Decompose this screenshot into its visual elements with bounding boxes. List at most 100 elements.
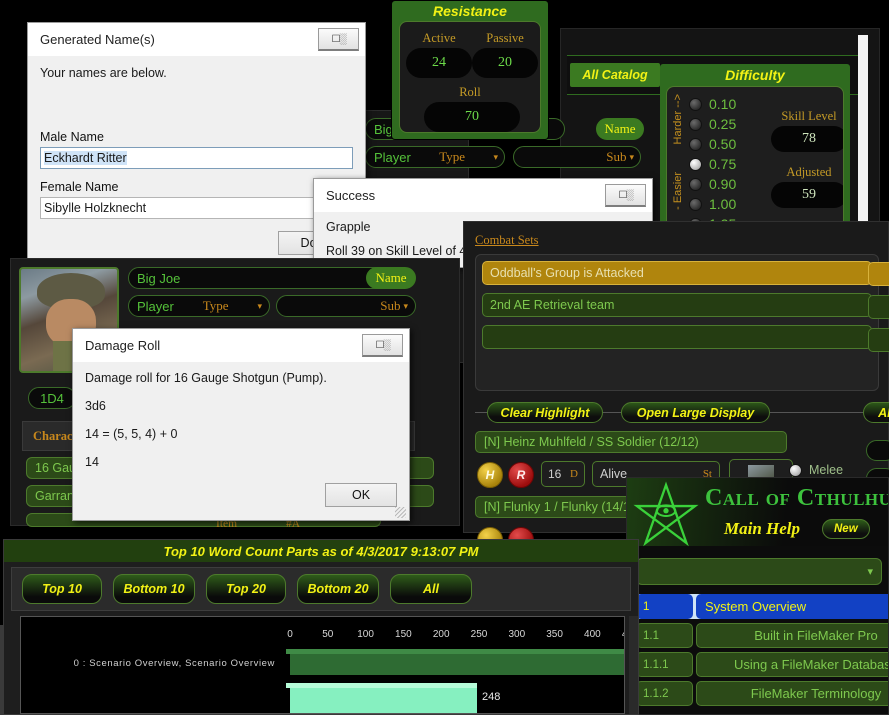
combat-sets-col2-row1[interactable] — [868, 262, 889, 286]
success-titlebar: Success ☐░ — [314, 179, 652, 212]
chart-data-label-0: 248 — [482, 691, 501, 703]
clear-highlight-button[interactable]: Clear Highlight — [487, 402, 603, 423]
window-scrollbar-vertical[interactable] — [858, 35, 868, 233]
resize-grip-icon[interactable] — [395, 507, 406, 518]
difficulty-option-0.10[interactable]: 0.10 — [689, 94, 769, 114]
all-more-button[interactable]: All M — [863, 402, 889, 423]
help-toc-row-1[interactable]: 1 System Overview — [636, 594, 888, 619]
combat-sets-rows: Oddball's Group is Attacked 2nd AE Retrie… — [482, 261, 872, 357]
generated-names-intro: Your names are below. — [40, 66, 167, 80]
dice-1d4[interactable]: 1D4 — [28, 387, 76, 409]
difficulty-option-1.00[interactable]: 1.00 — [689, 194, 769, 214]
resistance-active-label: Active — [422, 31, 456, 45]
female-name-value: Sibylle Holzknecht — [44, 201, 147, 215]
help-topic-select[interactable]: ▾ — [636, 558, 882, 585]
hit-badge[interactable]: H — [477, 462, 503, 488]
chart-bar-series-0 — [290, 653, 624, 675]
chevron-down-icon: ▾ — [867, 566, 873, 578]
radio-icon — [689, 117, 702, 131]
help-toc-row-2[interactable]: 1.1 Built in FileMaker Pro — [636, 623, 888, 648]
combat-set-row-label: 2nd AE Retrieval team — [490, 298, 615, 312]
restore-icon[interactable]: ☐░ — [605, 184, 646, 207]
generated-names-title: Generated Name(s) — [40, 32, 155, 47]
chart-window-left-edge — [0, 625, 4, 715]
generated-names-titlebar: Generated Name(s) ☐░ — [28, 23, 365, 56]
combat-set-row-1[interactable]: Oddball's Group is Attacked — [482, 261, 872, 285]
chart-button-bottom-20[interactable]: Bottom 20 — [297, 574, 379, 604]
chart-plot-area: 0 50 100 150 200 250 300 350 400 450 0 : Scenario… — [20, 616, 625, 714]
difficulty-radio-group[interactable]: 0.100.250.500.750.901.001.25 — [689, 94, 769, 234]
female-name-input[interactable]: Sibylle Holzknecht — [40, 197, 353, 219]
combat-character-row-1[interactable]: [N] Heinz Muhlfeld / SS Soldier (12/12) — [475, 431, 787, 453]
chart-button-top-20[interactable]: Top 20 — [206, 574, 286, 604]
difficulty-option-0.50[interactable]: 0.50 — [689, 134, 769, 154]
skill-level-label: Skill Level — [781, 109, 837, 123]
male-name-value: Eckhardt Ritter — [44, 151, 127, 165]
chart-x-tick-50: 50 — [322, 629, 334, 640]
combat-sets-col2-row2[interactable] — [868, 295, 889, 319]
char-name-field[interactable]: Big Joe — [128, 267, 398, 289]
help-toc-text: FileMaker Terminology — [696, 681, 888, 706]
cthulhu-star-logo — [633, 481, 699, 547]
difficulty-option-label: 0.50 — [709, 136, 737, 152]
open-large-display-button[interactable]: Open Large Display — [621, 402, 770, 423]
name-tag-label: Name — [375, 270, 407, 285]
melee-label: Melee — [809, 463, 844, 477]
difficulty-title: Difficulty — [725, 67, 785, 83]
resistance-title: Resistance — [433, 3, 507, 19]
difficulty-option-0.90[interactable]: 0.90 — [689, 174, 769, 194]
chart-scrollbar-vertical[interactable] — [629, 616, 638, 714]
combat-sets-col2-row3[interactable] — [868, 328, 889, 352]
help-table-of-contents: 1 System Overview 1.1 Built in FileMaker Pr… — [636, 594, 888, 710]
combat-sets-link[interactable]: Combat Sets — [475, 233, 539, 248]
male-name-input[interactable]: Eckhardt Ritter — [40, 147, 353, 169]
resist-badge[interactable]: R — [508, 462, 534, 488]
difficulty-option-0.75[interactable]: 0.75 — [689, 154, 769, 174]
resistance-passive-label: Passive — [486, 31, 524, 45]
resist-badge-label: R — [516, 468, 526, 482]
chart-button-label: Bottom 20 — [307, 582, 369, 596]
char-player-field-back[interactable]: Player Type ▾ — [365, 146, 505, 168]
difficulty-option-label: 0.10 — [709, 96, 737, 112]
resistance-body: Active 24 Passive 20 Roll 70 — [399, 21, 541, 133]
chart-button-label: Bottom 10 — [123, 582, 185, 596]
combat-set-row-2[interactable]: 2nd AE Retrieval team — [482, 293, 872, 317]
restore-icon[interactable]: ☐░ — [318, 28, 359, 51]
chart-button-all[interactable]: All — [390, 574, 472, 604]
screen-root: All Catalog Big J Player Type ▾ Sub ▾ Na… — [0, 0, 889, 715]
open-large-display-label: Open Large Display — [636, 405, 755, 420]
damage-roll-line-1: Damage roll for 16 Gauge Shotgun (Pump). — [85, 371, 327, 385]
char-sub-field[interactable]: Sub ▾ — [276, 295, 416, 317]
combat-set-row-label: Oddball's Group is Attacked — [490, 266, 644, 280]
help-toc-row-3[interactable]: 1.1.1 Using a FileMaker Database — [636, 652, 888, 677]
help-toc-row-4[interactable]: 1.1.2 FileMaker Terminology — [636, 681, 888, 706]
hp-field[interactable]: 16 D — [541, 461, 585, 487]
side-pill-1[interactable] — [866, 440, 889, 461]
damage-roll-title: Damage Roll — [85, 338, 161, 353]
char-player-field[interactable]: Player Type ▾ — [128, 295, 270, 317]
chart-x-tick-300: 300 — [508, 629, 526, 640]
restore-icon[interactable]: ☐░ — [362, 334, 403, 357]
radio-icon — [689, 157, 702, 171]
char-sub-label: Sub — [380, 298, 401, 313]
help-toc-number: 1 — [636, 594, 693, 619]
name-tag-back: Name — [596, 118, 644, 140]
chart-button-bottom-10[interactable]: Bottom 10 — [113, 574, 195, 604]
help-toc-text: Using a FileMaker Database — [696, 652, 888, 677]
chart-x-tick-350: 350 — [546, 629, 563, 640]
harder-label: Harder --> — [672, 94, 684, 145]
radio-icon — [689, 137, 702, 151]
combat-set-row-3[interactable] — [482, 325, 872, 349]
chart-button-top-10[interactable]: Top 10 — [22, 574, 102, 604]
dice-label: 1D4 — [40, 390, 64, 406]
chart-bar-series-1 — [290, 687, 477, 713]
chart-bar-series-1-top — [286, 683, 477, 688]
ok-button[interactable]: OK — [325, 483, 397, 507]
chart-filter-buttons: Top 10 Bottom 10 Top 20 Bottom 20 All — [22, 574, 472, 604]
char-sub-field-back[interactable]: Sub ▾ — [513, 146, 641, 168]
new-button[interactable]: New — [822, 519, 870, 539]
adjusted-label: Adjusted — [786, 165, 832, 179]
adjusted-value: 59 — [771, 182, 843, 208]
difficulty-option-0.25[interactable]: 0.25 — [689, 114, 769, 134]
tab-all-catalog[interactable]: All Catalog — [570, 63, 660, 87]
